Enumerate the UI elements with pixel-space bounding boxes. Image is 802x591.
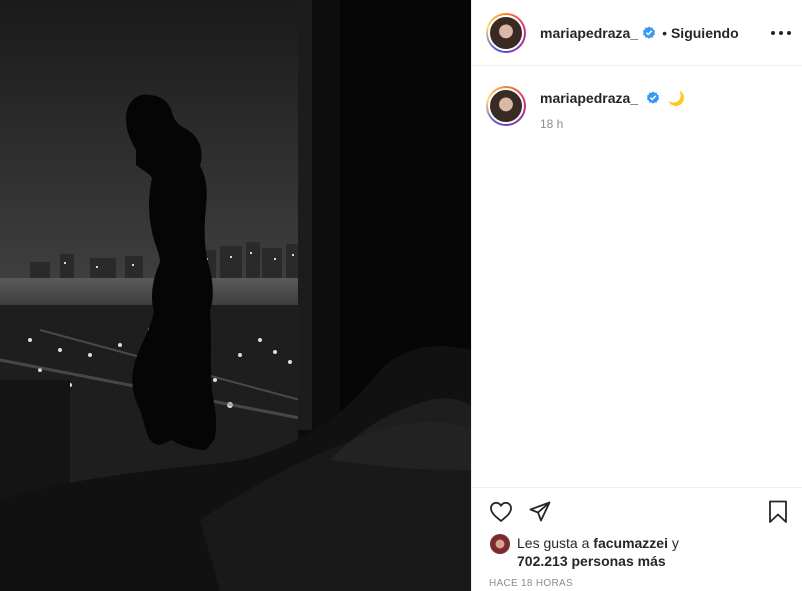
heart-icon[interactable] <box>488 499 514 525</box>
bookmark-icon[interactable] <box>765 499 791 525</box>
following-button[interactable]: Siguiendo <box>671 25 739 41</box>
post-actions-section: Les gusta a facumazzei y 702.213 persona… <box>472 487 802 591</box>
caption-time[interactable]: 18 h <box>540 117 685 131</box>
photo-image <box>0 0 471 591</box>
caption-username[interactable]: mariapedraza_ <box>540 90 638 106</box>
likes-summary: Les gusta a facumazzei y 702.213 persona… <box>490 534 679 570</box>
verified-badge-icon <box>643 26 656 39</box>
liker-username[interactable]: facumazzei <box>593 535 668 551</box>
likes-prefix: Les gusta a <box>517 535 590 551</box>
post-timestamp[interactable]: Hace 18 horas <box>489 578 573 589</box>
post-header: mariapedraza_ • Siguiendo <box>472 0 802 66</box>
verified-badge-icon <box>646 91 659 104</box>
post-caption: mariapedraza_ 🌙 18 h <box>486 86 685 131</box>
author-avatar[interactable] <box>486 12 526 53</box>
post-details-panel: mariapedraza_ • Siguiendo mariapedraza_ … <box>471 0 802 591</box>
liker-avatar[interactable] <box>490 534 510 554</box>
header-separator: • <box>662 24 667 41</box>
paper-plane-icon[interactable] <box>527 499 553 525</box>
caption-text: 🌙 <box>667 90 686 106</box>
post-photo[interactable] <box>0 0 471 591</box>
caption-avatar[interactable] <box>486 86 526 126</box>
likes-conjunction: y <box>671 535 679 551</box>
likes-count-link[interactable]: 702.213 personas más <box>517 553 666 569</box>
author-username[interactable]: mariapedraza_ <box>540 25 638 41</box>
more-options-icon[interactable] <box>771 24 791 42</box>
